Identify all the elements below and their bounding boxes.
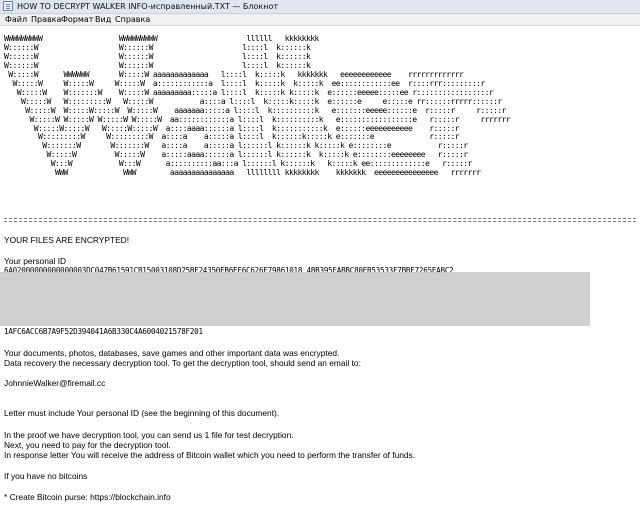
paragraph-encrypted: Your documents, photos, databases, save … (4, 348, 340, 358)
encrypted-heading: YOUR FILES ARE ENCRYPTED! (4, 235, 130, 245)
menu-format[interactable]: Формат (61, 14, 93, 25)
proof-line-2: Next, you need to pay for the decryption… (4, 440, 171, 450)
personal-id-label: Your personal ID (4, 256, 67, 266)
proof-line-3: In response letter You will receive the … (4, 450, 416, 460)
menu-bar: Файл Правка Формат Вид Справка (0, 14, 640, 26)
menu-edit[interactable]: Правка (31, 14, 61, 25)
walker-ascii-art: WWWWWWWWW WWWWWWWWW llllll kkkkkkkk W:::… (4, 33, 511, 178)
no-bitcoins-line: If you have no bitcoins (4, 471, 88, 481)
notepad-window: HOW TO DECRYPT WALKER INFO-исправленный.… (0, 0, 640, 509)
menu-view[interactable]: Вид (95, 14, 111, 25)
personal-id-last-line: 1AFC6ACC6B7A9F52D394041A6B330C4A60040215… (4, 327, 203, 336)
redacted-id-block (0, 272, 590, 326)
create-purse-line: * Create Bitcoin purse: https://blockcha… (4, 492, 171, 502)
letter-note: Letter must include Your personal ID (se… (4, 408, 280, 418)
title-bar: HOW TO DECRYPT WALKER INFO-исправленный.… (0, 0, 640, 14)
proof-line-1: In the proof we have decryption tool, yo… (4, 430, 294, 440)
separator-line-2 (4, 221, 636, 223)
menu-help[interactable]: Справка (115, 14, 150, 25)
text-editor-area[interactable]: WWWWWWWWW WWWWWWWWW llllll kkkkkkkk W:::… (0, 26, 640, 509)
contact-email: JohnnieWalker@firemail.cc (4, 378, 106, 388)
notepad-icon (3, 1, 13, 11)
window-title: HOW TO DECRYPT WALKER INFO-исправленный.… (17, 2, 279, 11)
menu-file[interactable]: Файл (5, 14, 27, 25)
paragraph-recovery: Data recovery the necessary decryption t… (4, 358, 361, 368)
separator-line (4, 218, 636, 220)
